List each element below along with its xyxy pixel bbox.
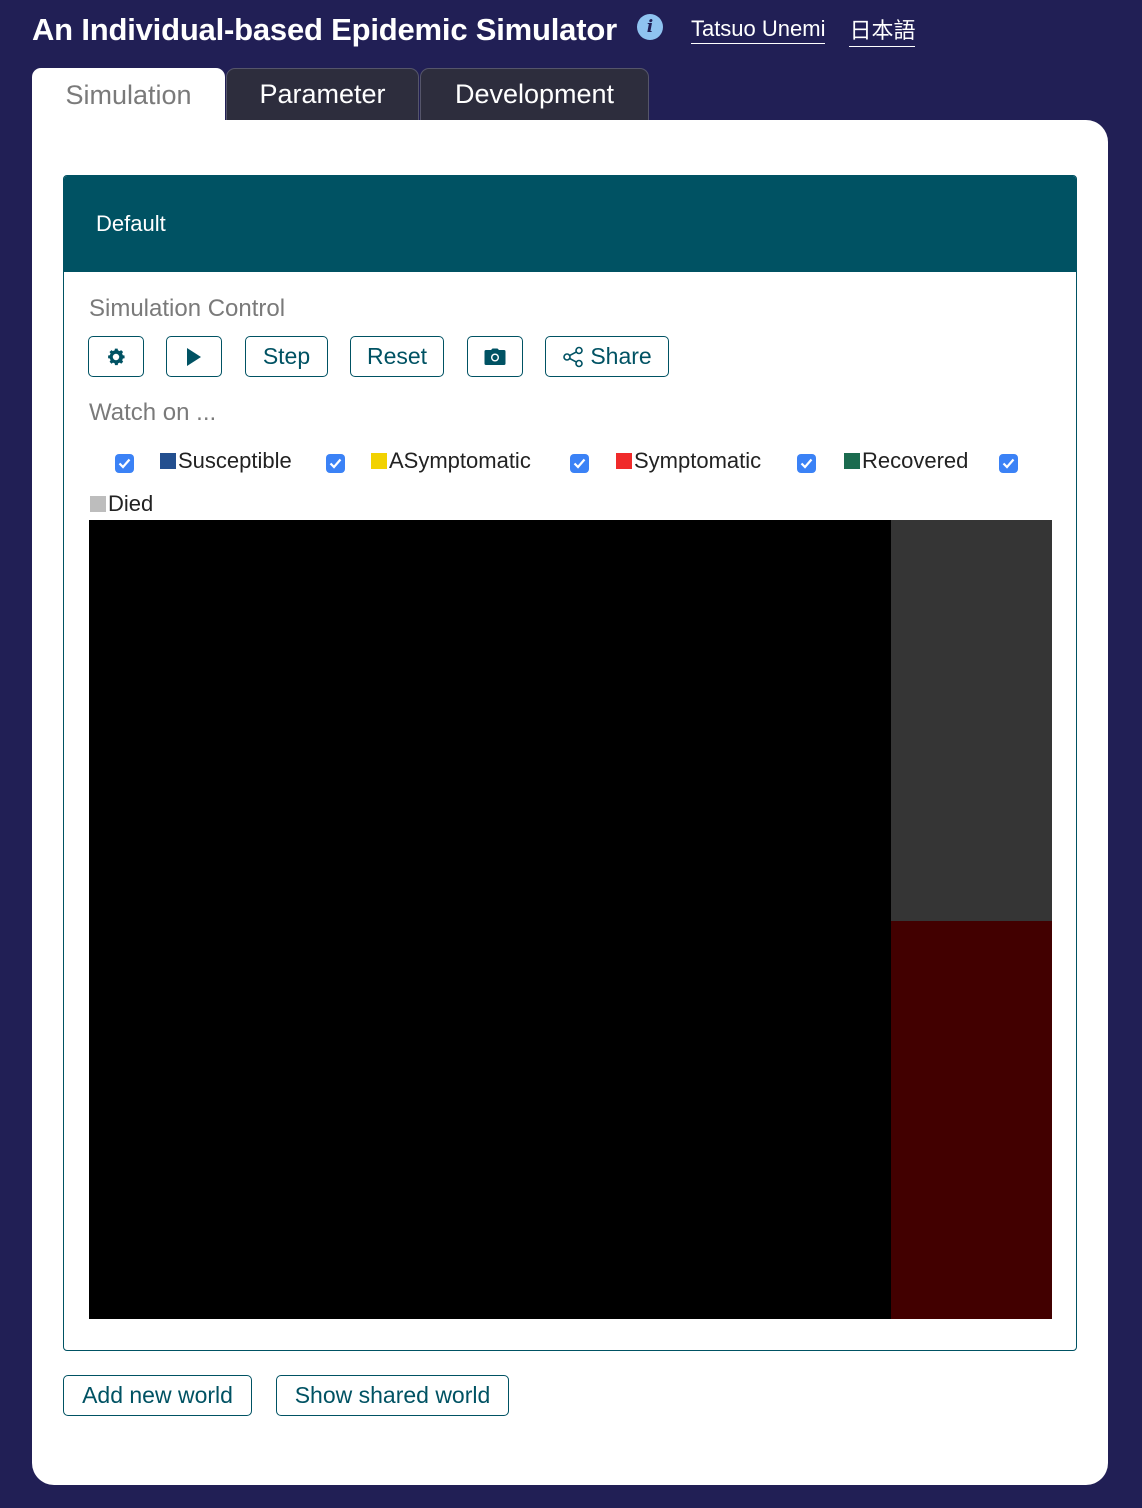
legend-label: ASymptomatic: [389, 448, 531, 473]
check-icon: [118, 458, 131, 469]
symptomatic-swatch: [616, 453, 632, 469]
check-icon: [800, 458, 813, 469]
recovered-swatch: [844, 453, 860, 469]
app-title: An Individual-based Epidemic Simulator: [32, 12, 617, 47]
legend-symptomatic: Symptomatic: [616, 448, 761, 474]
legend-asymptomatic: ASymptomatic: [371, 448, 531, 474]
share-icon: [563, 346, 584, 367]
add-new-world-button[interactable]: Add new world: [63, 1375, 252, 1416]
tab-development[interactable]: Development: [420, 68, 649, 120]
author-link[interactable]: Tatsuo Unemi: [690, 16, 826, 44]
statistics-panel: [891, 520, 1052, 921]
statistics-graph: [891, 921, 1052, 1319]
gear-icon: [108, 348, 125, 365]
tab-simulation[interactable]: Simulation: [32, 68, 225, 122]
language-link[interactable]: 日本語: [849, 13, 916, 47]
reset-button[interactable]: Reset: [350, 336, 444, 377]
info-icon[interactable]: i: [636, 14, 663, 40]
legend-died: Died: [90, 491, 153, 517]
show-shared-world-button[interactable]: Show shared world: [276, 1375, 509, 1416]
world-header[interactable]: Default: [64, 176, 1076, 272]
check-icon: [1002, 458, 1015, 469]
legend-label: Recovered: [862, 448, 969, 473]
camera-icon: [484, 348, 506, 365]
legend-label: Died: [108, 491, 154, 516]
play-button[interactable]: [166, 336, 222, 377]
tab-bar: Simulation Parameter Development: [32, 68, 649, 122]
snapshot-button[interactable]: [467, 336, 523, 377]
simulation-panel: Default Simulation Control Step Reset Sh…: [32, 120, 1108, 1485]
watch-checkbox-died[interactable]: [999, 454, 1018, 473]
simulation-control-label: Simulation Control: [89, 295, 286, 322]
world-name: Default: [96, 211, 166, 236]
world-card: Default Simulation Control Step Reset Sh…: [63, 175, 1077, 1351]
settings-button[interactable]: [88, 336, 144, 377]
watch-checkbox-symptomatic[interactable]: [570, 454, 589, 473]
step-button[interactable]: Step: [245, 336, 328, 377]
legend-susceptible: Susceptible: [160, 448, 292, 474]
legend-label: Susceptible: [178, 448, 292, 473]
asymptomatic-swatch: [371, 453, 387, 469]
legend-label: Symptomatic: [634, 448, 762, 473]
watch-checkbox-asymptomatic[interactable]: [326, 454, 345, 473]
check-icon: [329, 458, 342, 469]
play-icon: [187, 347, 201, 366]
app-header: An Individual-based Epidemic Simulator i…: [32, 8, 916, 52]
tab-parameter[interactable]: Parameter: [226, 68, 419, 120]
watch-checkbox-recovered[interactable]: [797, 454, 816, 473]
watch-checkbox-susceptible[interactable]: [115, 454, 134, 473]
died-swatch: [90, 496, 106, 512]
susceptible-swatch: [160, 453, 176, 469]
check-icon: [573, 458, 586, 469]
share-button[interactable]: Share: [545, 336, 669, 377]
share-label: Share: [590, 343, 652, 369]
simulation-field-canvas[interactable]: [89, 520, 1052, 1319]
watch-on-label: Watch on ...: [89, 399, 217, 426]
legend-recovered: Recovered: [844, 448, 968, 474]
